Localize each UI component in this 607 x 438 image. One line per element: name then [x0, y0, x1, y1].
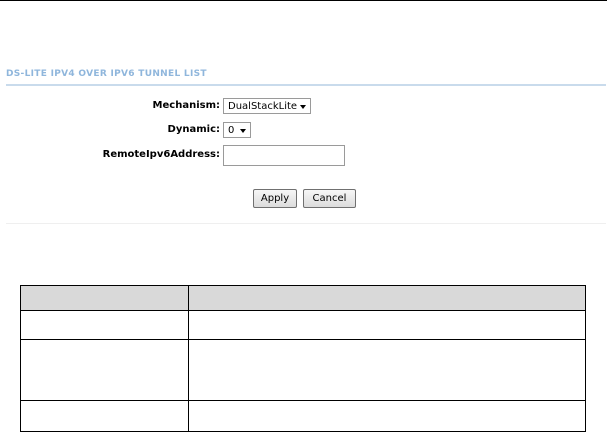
table-header-cell [188, 285, 586, 311]
dynamic-label: Dynamic: [167, 124, 220, 135]
remote-ipv6-label: RemoteIpv6Address: [102, 149, 220, 160]
mechanism-select[interactable]: DualStackLite [223, 98, 311, 114]
table-cell [188, 400, 586, 432]
section-title: DS-LITE IPV4 OVER IPV6 TUNNEL LIST [6, 69, 207, 79]
table-cell [20, 310, 189, 340]
panel-bottom-divider [6, 223, 606, 224]
parameter-table [20, 285, 586, 432]
table-cell [188, 339, 586, 401]
cancel-button[interactable]: Cancel [303, 189, 356, 208]
table-cell [20, 339, 189, 401]
chevron-down-icon [240, 129, 246, 133]
top-border-line [0, 0, 607, 1]
remote-ipv6-address-input[interactable] [223, 145, 345, 166]
apply-button[interactable]: Apply [253, 189, 297, 208]
table-header-cell [20, 285, 189, 311]
mechanism-label: Mechanism: [152, 100, 220, 111]
table-row [20, 400, 586, 432]
table-row [20, 339, 586, 401]
section-title-divider [6, 84, 606, 86]
dynamic-select-value: 0 [228, 125, 235, 136]
mechanism-select-value: DualStackLite [228, 101, 298, 112]
dynamic-select[interactable]: 0 [223, 122, 251, 138]
table-row [20, 310, 586, 340]
table-cell [188, 310, 586, 340]
table-header-row [20, 285, 586, 311]
table-cell [20, 400, 189, 432]
chevron-down-icon [300, 105, 306, 109]
